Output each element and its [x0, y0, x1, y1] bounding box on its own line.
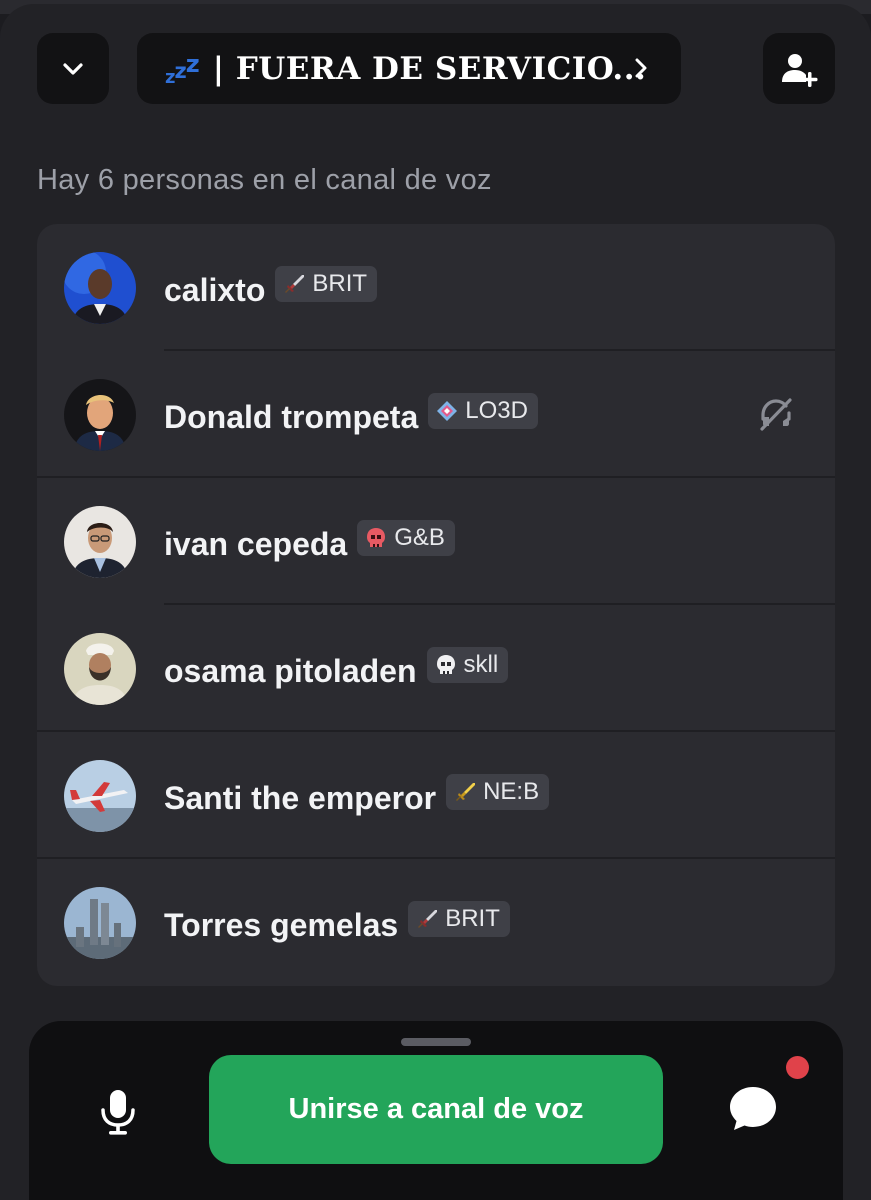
diamond-icon: [437, 401, 458, 421]
server-tag-label: skll: [463, 651, 499, 678]
server-tag: NE:B: [446, 774, 550, 810]
chevron-right-icon: [635, 58, 647, 78]
member-row-torres-gemelas[interactable]: Torres gemelas BRIT: [37, 859, 835, 986]
channel-name: | FUERA DE SERVICIO...: [212, 50, 647, 87]
member-name: osama pitoladen: [164, 653, 417, 689]
gold-sword-icon: [456, 783, 476, 801]
voice-members-list: calixto BRIT Donald trompeta LO3D ivan c…: [37, 224, 835, 986]
server-tag-label: NE:B: [483, 778, 540, 805]
member-name: Torres gemelas: [164, 907, 399, 943]
skull-icon: [436, 655, 455, 674]
sword-icon: [418, 910, 438, 928]
member-name: calixto: [164, 272, 266, 308]
server-tag: BRIT: [275, 266, 378, 302]
server-tag: G&B: [357, 520, 455, 556]
server-tag: LO3D: [428, 393, 538, 429]
deafened-headphones-icon: [760, 398, 792, 431]
avatar: [64, 886, 136, 959]
server-tag-label: BRIT: [312, 270, 368, 297]
notification-dot: [786, 1056, 809, 1079]
avatar: [64, 251, 136, 324]
chevron-down-icon: [63, 62, 83, 75]
microphone-icon: [101, 1090, 135, 1135]
server-tag-label: G&B: [394, 524, 445, 551]
member-row-osama-pitoladen[interactable]: osama pitoladen skll: [37, 605, 835, 732]
member-name: Santi the emperor: [164, 780, 437, 816]
avatar: [64, 632, 136, 705]
sword-icon: [285, 275, 305, 293]
member-row-calixto[interactable]: calixto BRIT: [37, 224, 835, 351]
microphone-button[interactable]: [95, 1087, 141, 1141]
server-tag: skll: [426, 647, 509, 683]
sleeping-zzz-icon: zzz: [165, 49, 200, 88]
avatar: [64, 505, 136, 578]
member-name: Donald trompeta: [164, 399, 419, 435]
add-user-icon: [782, 53, 818, 87]
member-row-ivan-cepeda[interactable]: ivan cepeda G&B: [37, 478, 835, 605]
join-voice-channel-button[interactable]: Unirse a canal de voz: [209, 1055, 663, 1164]
voice-action-bar: Unirse a canal de voz: [29, 1021, 843, 1200]
red-skull-icon: [367, 528, 386, 547]
invite-people-button[interactable]: [763, 33, 835, 104]
member-row-santi-the-emperor[interactable]: Santi the emperor NE:B: [37, 732, 835, 859]
server-tag-label: LO3D: [465, 397, 528, 424]
chat-button[interactable]: [725, 1081, 781, 1141]
people-count-text: Hay 6 personas en el canal de voz: [37, 164, 492, 196]
drag-handle[interactable]: [401, 1038, 471, 1046]
collapse-button[interactable]: [37, 33, 109, 104]
member-row-donald-trompeta[interactable]: Donald trompeta LO3D: [37, 351, 835, 478]
member-name: ivan cepeda: [164, 526, 348, 562]
avatar: [64, 378, 136, 451]
avatar: [64, 759, 136, 832]
channel-name-button[interactable]: zzz | FUERA DE SERVICIO...: [137, 33, 681, 104]
server-tag-label: BRIT: [445, 905, 500, 932]
chat-bubble-icon: [730, 1087, 776, 1130]
server-tag: BRIT: [408, 901, 510, 937]
